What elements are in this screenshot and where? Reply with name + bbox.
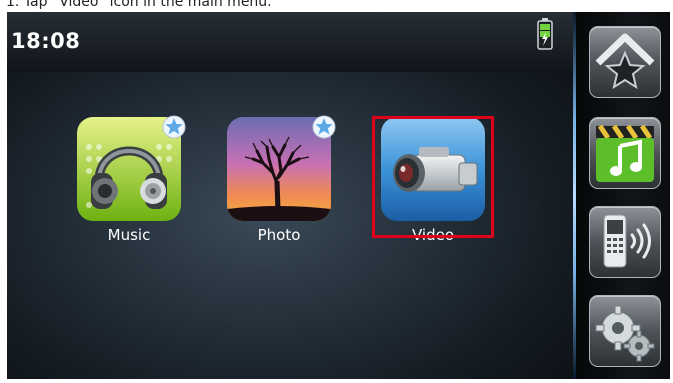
status-bar: 18:08 — [7, 12, 573, 72]
multimedia-icon — [596, 124, 654, 182]
selection-highlight — [372, 116, 494, 238]
bluetooth-phone-icon — [603, 214, 651, 268]
favorites-button[interactable] — [589, 26, 661, 98]
phone-button[interactable] — [589, 206, 661, 278]
favorites-star-icon — [595, 33, 655, 90]
app-photo[interactable]: Photo — [220, 115, 338, 244]
main-menu: 18:08 Music Photo Video — [7, 12, 573, 379]
app-label-music: Music — [107, 226, 151, 244]
device-screen: 18:08 Music Photo Video — [7, 12, 670, 379]
settings-button[interactable] — [589, 295, 661, 367]
favorite-star-icon — [312, 115, 336, 139]
settings-gears-icon — [595, 305, 655, 362]
app-music[interactable]: Music — [70, 115, 188, 244]
sidebar — [576, 12, 670, 379]
clock-time: 18:08 — [11, 29, 81, 53]
instruction-caption: 1. Tap “Video” icon in the main menu. — [6, 0, 272, 10]
multimedia-button[interactable] — [589, 117, 661, 189]
app-label-photo: Photo — [257, 226, 301, 244]
favorite-star-icon — [162, 115, 186, 139]
battery-charging-icon — [537, 18, 553, 50]
